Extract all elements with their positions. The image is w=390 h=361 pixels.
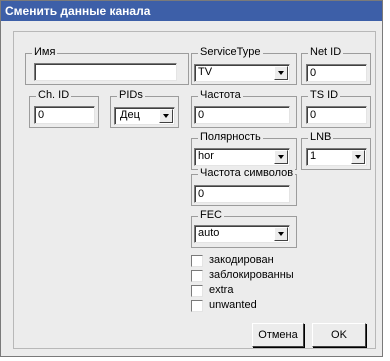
chevron-down-icon[interactable] [351,150,365,164]
extra-checkbox[interactable] [191,285,203,297]
chevron-down-icon[interactable] [274,150,288,164]
pids-label: PIDs [117,89,145,102]
chevron-down-icon[interactable] [274,66,288,80]
net-id-label: Net ID [308,46,344,59]
polarity-label: Полярность [198,131,263,144]
extra-label: extra [209,284,234,296]
edit-channel-dialog: Сменить данные канала Имя ServiceType TV… [0,0,383,357]
ts-id-label: TS ID [308,89,341,102]
encrypted-label: закодирован [209,254,274,266]
pids-select[interactable]: Дец [114,107,175,125]
symbol-rate-label: Частота символов [198,167,296,180]
encrypted-checkbox[interactable] [191,255,203,267]
symbol-rate-input[interactable] [194,185,290,203]
chevron-down-icon[interactable] [274,227,288,241]
net-id-input[interactable] [306,64,367,82]
locked-checkbox[interactable] [191,270,203,282]
frequency-input[interactable] [194,106,290,124]
ok-button[interactable]: OK [312,323,366,347]
service-type-label: ServiceType [198,46,263,59]
unwanted-label: unwanted [209,299,257,311]
polarity-select[interactable]: hor [194,148,290,166]
cancel-button[interactable]: Отмена [252,323,304,347]
lnb-label: LNB [308,131,334,144]
frequency-label: Частота [198,89,243,102]
lnb-select[interactable]: 1 [306,148,367,166]
unwanted-checkbox[interactable] [191,300,203,312]
name-label: Имя [32,46,58,59]
ts-id-input[interactable] [306,106,367,124]
fec-label: FEC [198,209,224,222]
chevron-down-icon[interactable] [159,109,173,123]
service-type-select[interactable]: TV [194,64,290,82]
locked-label: заблокированны [209,269,294,281]
dialog-title: Сменить данные канала [1,1,382,21]
fec-select[interactable]: auto [194,225,290,243]
ch-id-label: Ch. ID [36,89,72,102]
name-input[interactable] [34,63,177,81]
ch-id-input[interactable] [34,106,95,124]
